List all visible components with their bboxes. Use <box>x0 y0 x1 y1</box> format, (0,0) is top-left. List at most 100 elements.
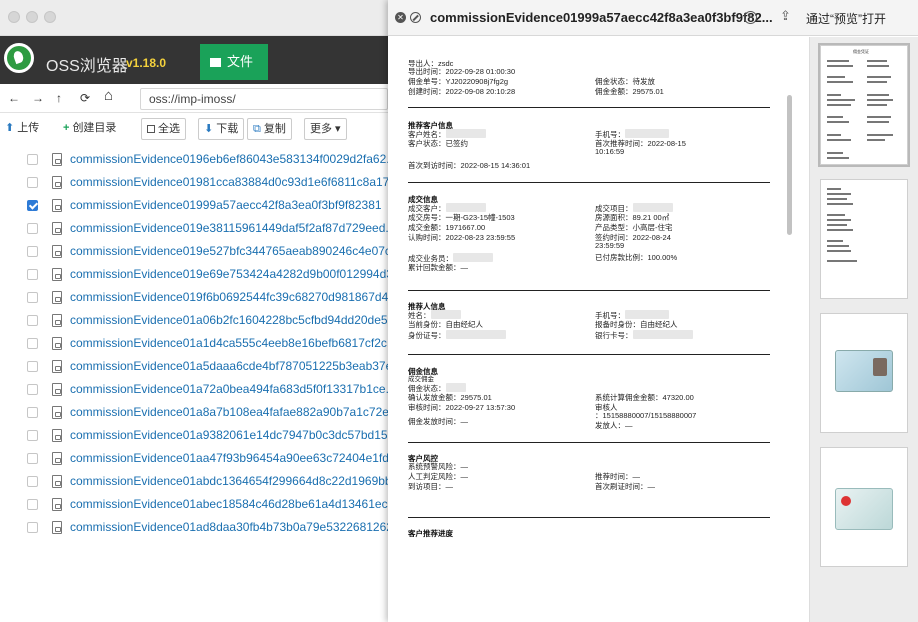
thumbnail-sidebar: 佣金凭证 <box>810 37 918 622</box>
file-row-checkbox[interactable] <box>27 177 38 188</box>
window-titlebar <box>0 0 388 36</box>
thumbnail-heading: 佣金凭证 <box>853 49 869 54</box>
file-row[interactable]: commissionEvidence01ad8daa30fb4b73b0a79e… <box>0 516 388 539</box>
export-time: 导出时间：2022-09-28 01:00:30 <box>408 67 516 76</box>
checkbox-icon <box>147 125 155 133</box>
file-name-link[interactable]: commissionEvidence01a8a7b108ea4fafae882a… <box>70 401 388 424</box>
file-row[interactable]: commissionEvidence01999a57aecc42f8a3ea0f… <box>0 194 388 217</box>
file-row[interactable]: commissionEvidence01a72a0bea494fa683d5f0… <box>0 378 388 401</box>
more-label: 更多 <box>310 123 332 135</box>
copy-button[interactable]: ⧉ 复制 <box>247 118 292 140</box>
file-name-link[interactable]: commissionEvidence019e38115961449daf5f2a… <box>70 217 388 240</box>
app-root: OSS浏览器 v1.18.0 文件 ← → ↑ ⟳ ⌂ ⬆上传 +创建目录 全选… <box>0 0 918 622</box>
pdf-file-icon <box>52 429 62 442</box>
file-row[interactable]: commissionEvidence01abdc1364654f299664d8… <box>0 470 388 493</box>
thumbnail-page-3[interactable] <box>820 313 908 433</box>
share-icon[interactable]: ⇪ <box>780 8 791 24</box>
thumbnail-page-4[interactable] <box>820 447 908 567</box>
app-name: OSS浏览器 <box>46 58 128 75</box>
file-row-checkbox[interactable] <box>27 315 38 326</box>
file-name-link[interactable]: commissionEvidence0196eb6ef86043e583134f… <box>70 148 388 171</box>
file-row[interactable]: commissionEvidence01a9382061e14dc7947b0c… <box>0 424 388 447</box>
minimize-window-button[interactable] <box>26 11 38 23</box>
file-name-link[interactable]: commissionEvidence01a72a0bea494fa683d5f0… <box>70 378 388 401</box>
file-name-link[interactable]: commissionEvidence01a5daaa6cde4bf7870512… <box>70 355 388 378</box>
file-row[interactable]: commissionEvidence019e527bfc344765aeab89… <box>0 240 388 263</box>
thumbnail-page-1[interactable]: 佣金凭证 <box>818 43 910 167</box>
file-row-checkbox[interactable] <box>27 430 38 441</box>
customer-phone: 手机号： <box>595 129 669 139</box>
file-name-link[interactable]: commissionEvidence019e69e753424a4282d9b0… <box>70 263 388 286</box>
file-row-checkbox[interactable] <box>27 361 38 372</box>
first-visit-time: 首次到访时间：2022-08-15 14:36:01 <box>408 161 531 170</box>
file-row-checkbox[interactable] <box>27 453 38 464</box>
referrer-id-number: 身份证号： <box>408 330 506 340</box>
close-window-button[interactable] <box>8 11 20 23</box>
confirm-amount: 确认发放金额：29575.01 <box>408 393 492 402</box>
select-all-button[interactable]: 全选 <box>141 118 186 140</box>
file-row[interactable]: commissionEvidence01a1d4ca555c4eeb8e16be… <box>0 332 388 355</box>
file-row[interactable]: commissionEvidence019f6b0692544fc39c6827… <box>0 286 388 309</box>
markup-icon[interactable]: ✎ <box>744 11 757 24</box>
refresh-icon[interactable]: ⟳ <box>80 91 90 105</box>
close-icon[interactable]: ✕ <box>395 12 406 23</box>
file-row-checkbox[interactable] <box>27 522 38 533</box>
forward-button[interactable]: → <box>32 91 44 105</box>
customer-status: 客户状态：已签约 <box>408 139 468 148</box>
open-with-preview-button[interactable]: 通过“预览”打开 <box>806 10 886 27</box>
address-input[interactable] <box>140 88 388 110</box>
deal-amount: 成交金额：1971667.00 <box>408 223 486 232</box>
referrer-identity: 当前身份：自由经纪人 <box>408 320 483 329</box>
issuer: 发放人：— <box>595 421 633 430</box>
file-name-link[interactable]: commissionEvidence01a06b2fc1604228bc5cfb… <box>70 309 388 332</box>
file-row[interactable]: commissionEvidence01981cca83884d0c93d1e6… <box>0 171 388 194</box>
file-row-checkbox[interactable] <box>27 338 38 349</box>
zoom-window-button[interactable] <box>44 11 56 23</box>
back-button[interactable]: ← <box>8 91 20 105</box>
file-row-checkbox[interactable] <box>27 384 38 395</box>
pdf-page: 导出人：zsdc 导出时间：2022-09-28 01:00:30 佣金单号：Y… <box>388 37 810 622</box>
file-row-checkbox[interactable] <box>27 476 38 487</box>
more-button[interactable]: 更多 ▾ <box>304 118 347 140</box>
file-row[interactable]: commissionEvidence019e69e753424a4282d9b0… <box>0 263 388 286</box>
thumbnail-page-2[interactable] <box>820 179 908 299</box>
file-row-checkbox[interactable] <box>27 407 38 418</box>
file-row[interactable]: commissionEvidence01a06b2fc1604228bc5cfb… <box>0 309 388 332</box>
download-button[interactable]: ⬇ 下载 <box>198 118 245 140</box>
up-button[interactable]: ↑ <box>56 91 62 105</box>
pdf-file-icon <box>52 176 62 189</box>
file-row[interactable]: commissionEvidence01abec18584c46d28be61a… <box>0 493 388 516</box>
file-name-link[interactable]: commissionEvidence01aa47f93b96454a90ee63… <box>70 447 388 470</box>
file-row[interactable]: commissionEvidence01aa47f93b96454a90ee63… <box>0 447 388 470</box>
file-name-link[interactable]: commissionEvidence01a1d4ca555c4eeb8e16be… <box>70 332 388 355</box>
file-row-checkbox[interactable] <box>27 292 38 303</box>
create-directory-button[interactable]: + 创建目录 <box>58 118 122 140</box>
plus-icon: + <box>63 122 70 134</box>
file-name-link[interactable]: commissionEvidence01ad8daa30fb4b73b0a79e… <box>70 516 388 539</box>
file-name-link[interactable]: commissionEvidence01981cca83884d0c93d1e6… <box>70 171 388 194</box>
home-icon[interactable]: ⌂ <box>104 87 113 104</box>
file-name-link[interactable]: commissionEvidence01a9382061e14dc7947b0c… <box>70 424 388 447</box>
upload-button[interactable]: ⬆ 上传 <box>0 118 45 140</box>
file-row-checkbox[interactable] <box>27 223 38 234</box>
file-name-link[interactable]: commissionEvidence01999a57aecc42f8a3ea0f… <box>70 194 382 217</box>
page-scrollbar[interactable] <box>787 95 792 235</box>
file-row[interactable]: commissionEvidence01a8a7b108ea4fafae882a… <box>0 401 388 424</box>
risk-system: 系统预警风险：— <box>408 462 468 471</box>
file-name-link[interactable]: commissionEvidence01abdc1364654f299664d8… <box>70 470 388 493</box>
file-name-link[interactable]: commissionEvidence01abec18584c46d28be61a… <box>70 493 388 516</box>
file-row-checkbox[interactable] <box>27 246 38 257</box>
file-row-checkbox[interactable] <box>27 269 38 280</box>
file-row[interactable]: commissionEvidence0196eb6ef86043e583134f… <box>0 148 388 171</box>
file-row-checkbox[interactable] <box>27 499 38 510</box>
file-row[interactable]: commissionEvidence01a5daaa6cde4bf7870512… <box>0 355 388 378</box>
fullscreen-icon[interactable] <box>410 12 421 23</box>
commission-status-field: 佣金状态： <box>408 383 466 393</box>
tab-files[interactable]: 文件 <box>200 44 268 80</box>
file-row-checkbox[interactable] <box>27 154 38 165</box>
file-row-checkbox[interactable] <box>27 200 38 211</box>
pdf-file-icon <box>52 521 62 534</box>
file-name-link[interactable]: commissionEvidence019f6b0692544fc39c6827… <box>70 286 388 309</box>
file-name-link[interactable]: commissionEvidence019e527bfc344765aeab89… <box>70 240 388 263</box>
file-row[interactable]: commissionEvidence019e38115961449daf5f2a… <box>0 217 388 240</box>
